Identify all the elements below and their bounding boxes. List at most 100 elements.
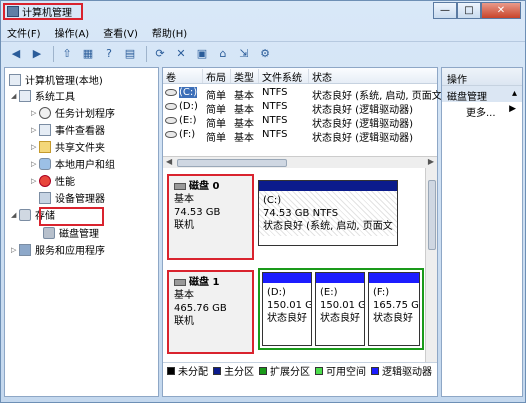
partition-letter: (D:): [267, 287, 286, 298]
tree-item-performance[interactable]: ▷ 性能: [31, 173, 75, 188]
partition-e[interactable]: (E:) 150.01 G 状态良好: [315, 272, 365, 346]
col-layout[interactable]: 布局: [203, 69, 231, 84]
tree-item-label: 事件查看器: [55, 126, 105, 137]
logical-drive-bar: [369, 273, 419, 283]
delete-icon[interactable]: ✕: [172, 46, 190, 62]
layout-cell: 简单: [206, 105, 226, 116]
legend-label: 未分配: [178, 367, 208, 378]
expand-arrow-icon[interactable]: ▷: [11, 246, 19, 254]
drive-icon: [165, 130, 177, 138]
chevron-right-icon: ▶: [509, 104, 516, 114]
layout-cell: 简单: [206, 119, 226, 130]
export-icon[interactable]: ⇲: [235, 46, 253, 62]
help-pane-icon[interactable]: ?: [100, 46, 118, 62]
collapse-arrow-icon[interactable]: ◢: [11, 92, 19, 100]
tree-item-disk-management[interactable]: 磁盘管理: [43, 225, 99, 240]
disk-name: 磁盘 0: [189, 181, 220, 192]
status-cell: 状态良好 (逻辑驱动器): [312, 119, 413, 130]
volume-name: (D:): [179, 101, 198, 112]
tree-item-root[interactable]: 计算机管理(本地): [9, 72, 103, 87]
fs-cell: NTFS: [262, 115, 288, 126]
tree-item-label: 磁盘管理: [59, 229, 99, 240]
app-icon: [7, 6, 19, 17]
expand-arrow-icon[interactable]: ▷: [31, 143, 39, 151]
disk-0-label[interactable]: 磁盘 0 基本 74.53 GB 联机: [167, 174, 254, 260]
title-highlight: 计算机管理: [3, 3, 83, 20]
scroll-left-icon[interactable]: ◀: [166, 157, 172, 166]
type-cell: 基本: [234, 91, 254, 102]
refresh-icon[interactable]: ⟳: [151, 46, 169, 62]
tree-item-label: 服务和应用程序: [35, 246, 105, 257]
fs-cell: NTFS: [262, 87, 288, 98]
collapse-arrow-icon[interactable]: ◢: [11, 211, 19, 219]
type-cell: 基本: [234, 133, 254, 144]
tree-item-local-users[interactable]: ▷ 本地用户和组: [31, 156, 115, 171]
horizontal-scrollbar[interactable]: ◀ ▶: [163, 156, 437, 168]
back-icon[interactable]: ◀: [7, 46, 25, 62]
legend-swatch: [315, 366, 323, 375]
legend-primary: 主分区: [213, 363, 254, 378]
title-bar[interactable]: 计算机管理 — □ ✕: [1, 1, 525, 23]
show-hide-tree-icon[interactable]: ▦: [79, 46, 97, 62]
tree-item-task-scheduler[interactable]: ▷ 任务计划程序: [31, 105, 115, 120]
more-actions[interactable]: 更多... ▶: [442, 102, 522, 119]
tree-item-label: 共享文件夹: [55, 143, 105, 154]
disk-icon: [174, 278, 186, 286]
menu-view[interactable]: 查看(V): [103, 25, 138, 40]
volume-name: (E:): [179, 115, 197, 126]
disk-type: 基本: [174, 194, 194, 205]
disk-management-icon: [43, 226, 55, 239]
tree-item-label: 设备管理器: [55, 194, 105, 205]
expand-arrow-icon[interactable]: ▷: [31, 177, 39, 185]
partition-letter: (E:): [320, 287, 338, 298]
col-status[interactable]: 状态: [309, 69, 437, 84]
open-folder-icon[interactable]: ⌂: [214, 46, 232, 62]
properties-icon[interactable]: ▤: [121, 46, 139, 62]
partition-c[interactable]: (C:) 74.53 GB NTFS 状态良好 (系统, 启动, 页面文: [258, 180, 398, 246]
minimize-button[interactable]: —: [433, 2, 457, 19]
up-folder-icon[interactable]: ⇧: [58, 46, 76, 62]
expand-arrow-icon[interactable]: ▷: [31, 109, 39, 117]
forward-icon[interactable]: ▶: [28, 46, 46, 62]
scroll-thumb[interactable]: [177, 159, 287, 167]
help-icon[interactable]: ⚙: [256, 46, 274, 62]
disk-1-label[interactable]: 磁盘 1 基本 465.76 GB 联机: [167, 270, 254, 354]
close-button[interactable]: ✕: [481, 2, 521, 19]
legend-swatch: [167, 366, 175, 375]
tools-icon: [19, 89, 31, 102]
vertical-scrollbar[interactable]: [425, 168, 437, 362]
computer-icon: [9, 73, 21, 86]
col-filesystem[interactable]: 文件系统: [259, 69, 309, 84]
partition-f[interactable]: (F:) 165.75 G 状态良好: [368, 272, 420, 346]
disk-map: 磁盘 0 基本 74.53 GB 联机 (C:) 74.53 GB NTFS 状…: [163, 168, 425, 362]
scroll-right-icon[interactable]: ▶: [428, 157, 434, 166]
device-manager-icon: [39, 191, 51, 204]
legend-free-space: 可用空间: [315, 363, 366, 378]
actions-pane: 操作 磁盘管理 ▴ 更多... ▶: [441, 67, 523, 397]
performance-icon: [39, 174, 51, 187]
partition-status: 状态良好: [267, 313, 307, 324]
tree-item-services[interactable]: ▷ 服务和应用程序: [11, 242, 105, 257]
type-cell: 基本: [234, 105, 254, 116]
menu-action[interactable]: 操作(A): [55, 25, 90, 40]
col-type[interactable]: 类型: [231, 69, 259, 84]
tree-item-system-tools[interactable]: ◢ 系统工具: [11, 88, 75, 103]
open-properties-icon[interactable]: ▣: [193, 46, 211, 62]
tree-item-shared-folders[interactable]: ▷ 共享文件夹: [31, 139, 105, 154]
tree-item-event-viewer[interactable]: ▷ 事件查看器: [31, 122, 105, 137]
maximize-button[interactable]: □: [457, 2, 481, 19]
menu-file[interactable]: 文件(F): [7, 25, 41, 40]
volume-table-header: 卷 布局 类型 文件系统 状态: [163, 68, 437, 84]
users-icon: [39, 157, 51, 170]
expand-arrow-icon[interactable]: ▷: [31, 126, 39, 134]
menu-help[interactable]: 帮助(H): [152, 25, 187, 40]
tree-item-device-manager[interactable]: 设备管理器: [39, 190, 105, 205]
partition-d[interactable]: (D:) 150.01 G 状态良好: [262, 272, 312, 346]
scroll-thumb[interactable]: [428, 180, 436, 250]
expand-arrow-icon[interactable]: ▷: [31, 160, 39, 168]
storage-icon: [19, 208, 31, 221]
actions-section-disk-management[interactable]: 磁盘管理 ▴: [442, 86, 522, 103]
primary-partition-bar: [259, 181, 397, 191]
collapse-up-icon[interactable]: ▴: [512, 88, 517, 100]
col-volume[interactable]: 卷: [163, 69, 203, 84]
